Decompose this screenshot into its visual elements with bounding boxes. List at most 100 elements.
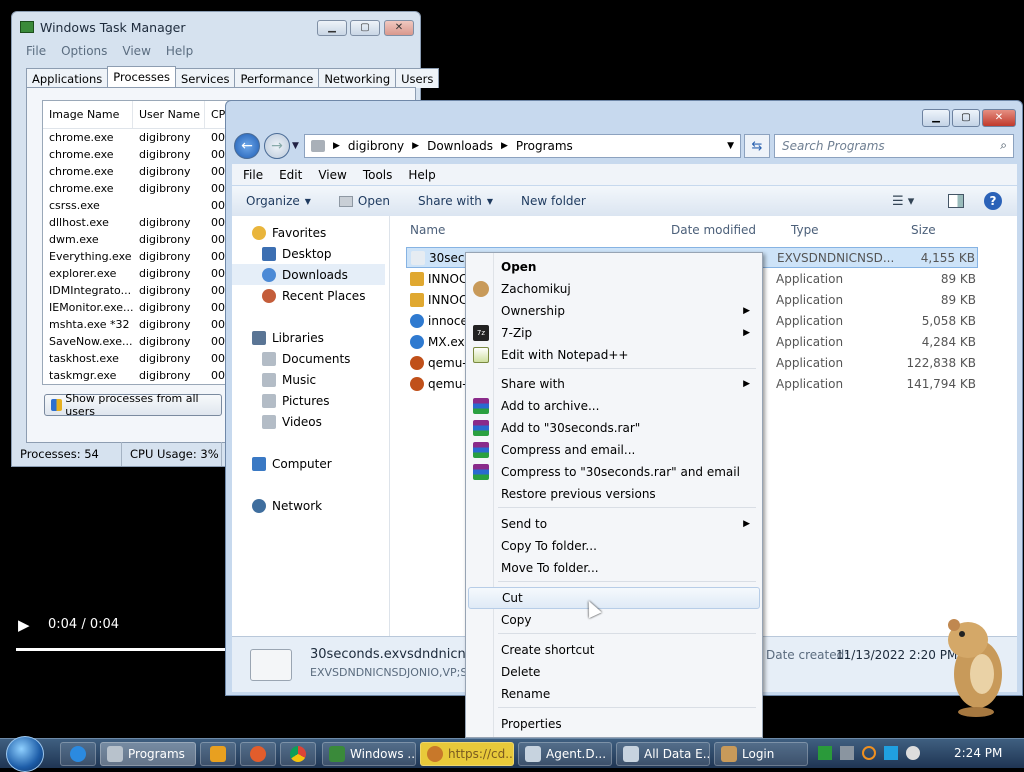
menu-item-copy[interactable]: Copy bbox=[468, 609, 760, 631]
open-button[interactable]: Open bbox=[325, 194, 404, 208]
menu-item-compress-and-email[interactable]: Compress and email... bbox=[468, 439, 760, 461]
tray-display-icon[interactable] bbox=[884, 746, 898, 760]
minimize-button[interactable]: ▁ bbox=[317, 20, 347, 36]
taskbar-programs-button[interactable]: Programs bbox=[100, 742, 196, 766]
menu-item-add-to-30seconds-rar[interactable]: Add to "30seconds.rar" bbox=[468, 417, 760, 439]
taskbar-data-button[interactable]: All Data E... bbox=[616, 742, 710, 766]
taskbar-task-manager-button[interactable]: Windows ... bbox=[322, 742, 416, 766]
nav-pictures[interactable]: Pictures bbox=[232, 390, 389, 411]
column-user-name[interactable]: User Name bbox=[133, 101, 205, 128]
menu-item-create-shortcut[interactable]: Create shortcut bbox=[468, 639, 760, 661]
menu-options[interactable]: Options bbox=[61, 44, 107, 62]
recent-pages-chevron-icon[interactable]: ▼ bbox=[292, 141, 299, 151]
refresh-button[interactable]: ⇆ bbox=[744, 134, 770, 158]
menu-item-ownership[interactable]: Ownership ▶ bbox=[468, 300, 760, 322]
menu-help[interactable]: Help bbox=[408, 168, 435, 182]
file-list-header: Name Date modified Type Size bbox=[392, 216, 1017, 242]
taskbar-app-button[interactable] bbox=[240, 742, 276, 766]
maximize-button[interactable]: ▢ bbox=[350, 20, 380, 36]
tab-processes[interactable]: Processes bbox=[107, 66, 176, 88]
breadcrumb-digibrony[interactable]: digibrony bbox=[348, 139, 404, 153]
tab-users[interactable]: Users bbox=[395, 68, 440, 88]
explorer-maximize-button[interactable]: ▢ bbox=[952, 109, 980, 127]
menu-item-compress-to-30seconds-rar-and-email[interactable]: Compress to "30seconds.rar" and email bbox=[468, 461, 760, 483]
breadcrumb-downloads[interactable]: Downloads bbox=[427, 139, 493, 153]
new-folder-button[interactable]: New folder bbox=[507, 194, 600, 208]
tray-search-icon[interactable] bbox=[862, 746, 876, 760]
tray-settings-icon[interactable] bbox=[840, 746, 854, 760]
back-button[interactable]: ← bbox=[234, 133, 260, 159]
menu-tools[interactable]: Tools bbox=[363, 168, 393, 182]
nav-computer[interactable]: Computer bbox=[232, 453, 389, 474]
column-size[interactable]: Size bbox=[911, 223, 936, 237]
menu-help[interactable]: Help bbox=[166, 44, 193, 62]
column-image-name[interactable]: Image Name bbox=[43, 101, 133, 128]
start-button[interactable] bbox=[6, 736, 44, 772]
column-type[interactable]: Type bbox=[791, 223, 819, 237]
organize-button[interactable]: Organize ▼ bbox=[232, 194, 325, 208]
breadcrumb-programs[interactable]: Programs bbox=[516, 139, 573, 153]
view-options-icon[interactable]: ☰ ▾ bbox=[892, 194, 914, 209]
tab-services[interactable]: Services bbox=[174, 68, 236, 88]
tray-app-icon[interactable] bbox=[818, 746, 832, 760]
menu-item-properties[interactable]: Properties bbox=[468, 713, 760, 735]
menu-item-cut[interactable]: Cut bbox=[468, 587, 760, 609]
menu-item-move-to-folder[interactable]: Move To folder... bbox=[468, 557, 760, 579]
address-bar[interactable]: ▶ digibrony ▶ Downloads ▶ Programs ▼ bbox=[304, 134, 741, 158]
menu-item-zachomikuj[interactable]: Zachomikuj bbox=[468, 278, 760, 300]
share-with-button[interactable]: Share with ▼ bbox=[404, 194, 507, 208]
nav-network[interactable]: Network bbox=[232, 495, 389, 516]
preview-pane-icon[interactable] bbox=[948, 194, 964, 208]
nav-videos[interactable]: Videos bbox=[232, 411, 389, 432]
tray-volume-icon[interactable] bbox=[906, 746, 920, 760]
nav-recent-places[interactable]: Recent Places bbox=[232, 285, 389, 306]
tab-applications[interactable]: Applications bbox=[26, 68, 109, 88]
taskbar-ie-button[interactable] bbox=[60, 742, 96, 766]
menu-item-send-to[interactable]: Send to ▶ bbox=[468, 513, 760, 535]
address-dropdown-icon[interactable]: ▼ bbox=[727, 141, 734, 151]
help-icon[interactable]: ? bbox=[984, 192, 1002, 210]
forward-button[interactable]: → bbox=[264, 133, 290, 159]
taskbar-browser-button[interactable]: https://cd... bbox=[420, 742, 514, 766]
menu-item-add-to-archive[interactable]: Add to archive... bbox=[468, 395, 760, 417]
taskbar-agent-button[interactable]: Agent.D... bbox=[518, 742, 612, 766]
menu-item-rename[interactable]: Rename bbox=[468, 683, 760, 705]
menu-item-edit-with-notepad[interactable]: Edit with Notepad++ bbox=[468, 344, 760, 366]
menu-file[interactable]: File bbox=[26, 44, 46, 62]
search-input[interactable]: Search Programs ⌕ bbox=[774, 134, 1014, 158]
nav-documents[interactable]: Documents bbox=[232, 348, 389, 369]
video-progress-bar[interactable] bbox=[16, 648, 225, 651]
nav-desktop[interactable]: Desktop bbox=[232, 243, 389, 264]
nav-computer-label: Computer bbox=[272, 456, 332, 471]
nav-libraries[interactable]: Libraries bbox=[232, 327, 389, 348]
tab-networking[interactable]: Networking bbox=[318, 68, 397, 88]
menu-item-delete[interactable]: Delete bbox=[468, 661, 760, 683]
menu-view[interactable]: View bbox=[122, 44, 150, 62]
file-type: Application bbox=[776, 292, 844, 307]
column-date-modified[interactable]: Date modified bbox=[671, 223, 756, 237]
show-all-processes-button[interactable]: Show processes from all users bbox=[44, 392, 222, 418]
nav-favorites[interactable]: Favorites bbox=[232, 222, 389, 243]
menu-view[interactable]: View bbox=[318, 168, 346, 182]
menu-item-7-zip[interactable]: 7z 7-Zip ▶ bbox=[468, 322, 760, 344]
menu-edit[interactable]: Edit bbox=[279, 168, 302, 182]
taskbar-media-button[interactable] bbox=[200, 742, 236, 766]
taskbar-task-manager-label: Windows ... bbox=[350, 747, 416, 761]
menu-item-copy-to-folder[interactable]: Copy To folder... bbox=[468, 535, 760, 557]
menu-item-open[interactable]: Open bbox=[468, 256, 760, 278]
taskbar-login-button[interactable]: Login bbox=[714, 742, 808, 766]
file-icon bbox=[410, 334, 424, 349]
menu-item-share-with[interactable]: Share with ▶ bbox=[468, 373, 760, 395]
nav-music[interactable]: Music bbox=[232, 369, 389, 390]
nav-downloads[interactable]: Downloads bbox=[232, 264, 385, 285]
menu-file[interactable]: File bbox=[243, 168, 263, 182]
explorer-close-button[interactable]: ✕ bbox=[982, 109, 1016, 127]
close-button[interactable]: ✕ bbox=[384, 20, 414, 36]
column-name[interactable]: Name bbox=[410, 223, 445, 237]
taskbar-chrome-button[interactable] bbox=[280, 742, 316, 766]
play-icon[interactable]: ▶ bbox=[18, 616, 30, 634]
menu-item-restore-previous-versions[interactable]: Restore previous versions bbox=[468, 483, 760, 505]
clock[interactable]: 2:24 PM bbox=[954, 746, 1002, 760]
tab-performance[interactable]: Performance bbox=[234, 68, 320, 88]
explorer-minimize-button[interactable]: ▁ bbox=[922, 109, 950, 127]
